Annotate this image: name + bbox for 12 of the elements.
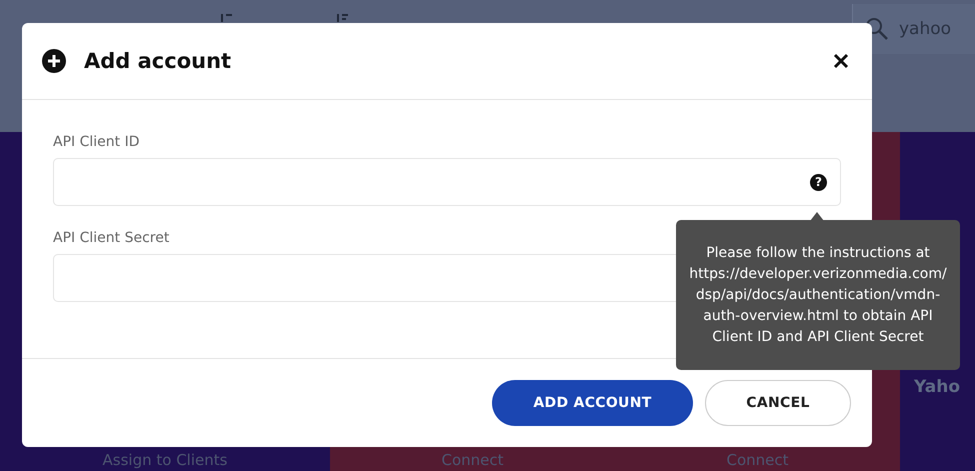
dialog-title: Add account — [84, 49, 232, 73]
help-icon[interactable]: ? — [810, 174, 827, 190]
card-title: Yaho — [913, 377, 962, 397]
cancel-button[interactable]: CANCEL — [705, 380, 851, 426]
add-icon — [42, 49, 66, 73]
close-button[interactable] — [832, 52, 850, 70]
add-account-button[interactable]: ADD ACCOUNT — [492, 380, 693, 426]
tooltip: Please follow the instructions at https://developer.verizonmedia.com/dsp/api/docs/authentication/vmdn-auth-overview.html to obtain API Client ID and API Client Secret — [676, 220, 960, 370]
input-field[interactable]: ? — [53, 158, 841, 206]
field-label: API Client ID — [53, 134, 140, 150]
field-label: API Client Secret — [53, 230, 170, 246]
close-icon — [832, 52, 850, 70]
